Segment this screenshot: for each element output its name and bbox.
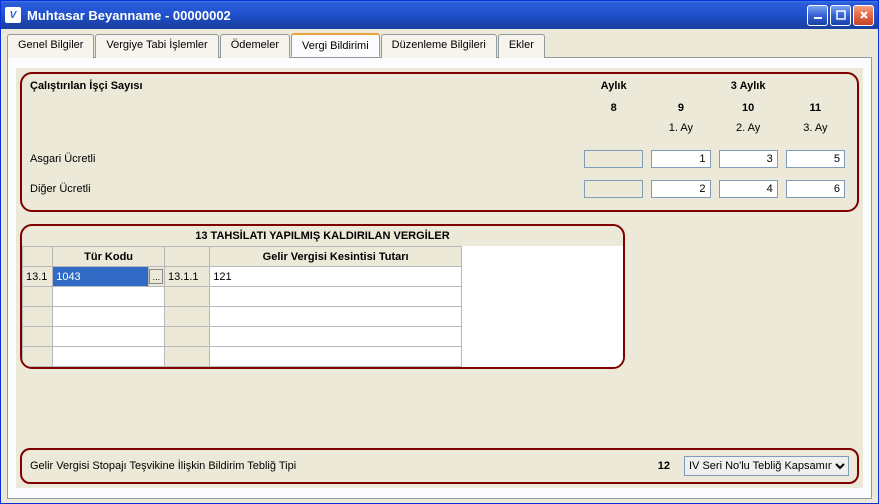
asgari-val-9[interactable] [651, 150, 710, 168]
grid-cell-lookup[interactable]: ... [148, 267, 164, 287]
ay-label-1: 1. Ay [647, 118, 714, 138]
removed-taxes-panel: 13 TAHSİLATI YAPILMIŞ KALDIRILAN VERGİLE… [20, 224, 625, 369]
titlebar: V Muhtasar Beyanname - 00000002 [1, 1, 878, 29]
grid-row [23, 347, 462, 367]
grid-header-code [164, 247, 209, 267]
grid-cell-tutar[interactable]: 121 [210, 267, 462, 287]
asgari-val-8 [584, 150, 643, 168]
tab-genel-bilgiler[interactable]: Genel Bilgiler [7, 34, 94, 58]
grid-corner [23, 247, 53, 267]
grid-cell-code: 13.1.1 [164, 267, 209, 287]
tab-page: Çalıştırılan İşçi Sayısı Aylık 3 Aylık 8… [7, 57, 872, 499]
diger-val-11[interactable] [786, 180, 845, 198]
grid-row [23, 307, 462, 327]
removed-taxes-grid[interactable]: Tür Kodu Gelir Vergisi Kesintisi Tutarı … [22, 246, 462, 367]
diger-val-10[interactable] [719, 180, 778, 198]
period-quarterly-label: 3 Aylık [647, 80, 849, 98]
col-num-9: 9 [647, 98, 714, 118]
lookup-button[interactable]: ... [149, 269, 163, 284]
col-num-8: 8 [580, 98, 647, 118]
minimize-button[interactable] [807, 5, 828, 26]
grid-row [23, 287, 462, 307]
tab-vergiye-tabi-islemler[interactable]: Vergiye Tabi İşlemler [95, 34, 218, 58]
tabs: Genel Bilgiler Vergiye Tabi İşlemler Öde… [7, 33, 872, 57]
grid-header-turkodu: Tür Kodu [53, 247, 165, 267]
grid-row [23, 327, 462, 347]
teblig-tipi-panel: Gelir Vergisi Stopajı Teşvikine İlişkin … [20, 448, 859, 484]
window-title: Muhtasar Beyanname - 00000002 [27, 8, 807, 23]
asgari-ucretli-row: Asgari Ücretli [30, 150, 849, 168]
diger-ucretli-label: Diğer Ücretli [30, 183, 580, 195]
ay-label-0 [580, 118, 647, 138]
worker-count-panel: Çalıştırılan İşçi Sayısı Aylık 3 Aylık 8… [20, 72, 859, 212]
tab-ekler[interactable]: Ekler [498, 34, 545, 58]
period-monthly-label: Aylık [580, 80, 647, 98]
asgari-val-11[interactable] [786, 150, 845, 168]
col-num-11: 11 [782, 98, 849, 118]
teblig-tipi-label: Gelir Vergisi Stopajı Teşvikine İlişkin … [30, 460, 644, 472]
grid-spacer [462, 246, 623, 367]
tab-odemeler[interactable]: Ödemeler [220, 34, 290, 58]
grid-header-tutar: Gelir Vergisi Kesintisi Tutarı [210, 247, 462, 267]
diger-val-8 [584, 180, 643, 198]
grid-row: 13.1 1043 ... 13.1.1 121 [23, 267, 462, 287]
tab-vergi-bildirimi[interactable]: Vergi Bildirimi [291, 33, 380, 57]
tab-duzenleme-bilgileri[interactable]: Düzenleme Bilgileri [381, 34, 497, 58]
diger-val-9[interactable] [651, 180, 710, 198]
grid-cell-turkodu[interactable]: 1043 [53, 267, 149, 287]
close-button[interactable] [853, 5, 874, 26]
diger-ucretli-row: Diğer Ücretli [30, 180, 849, 198]
col-num-10: 10 [715, 98, 782, 118]
ay-label-3: 3. Ay [782, 118, 849, 138]
asgari-val-10[interactable] [719, 150, 778, 168]
teblig-tipi-index: 12 [658, 460, 670, 472]
grid-title: 13 TAHSİLATI YAPILMIŞ KALDIRILAN VERGİLE… [22, 226, 623, 246]
app-icon: V [5, 7, 21, 23]
grid-rowhdr: 13.1 [23, 267, 53, 287]
asgari-ucretli-label: Asgari Ücretli [30, 153, 580, 165]
worker-section-title: Çalıştırılan İşçi Sayısı [30, 80, 580, 138]
teblig-tipi-select[interactable]: IV Seri No'lu Tebliğ Kapsamında [684, 456, 849, 476]
maximize-button[interactable] [830, 5, 851, 26]
ay-label-2: 2. Ay [715, 118, 782, 138]
